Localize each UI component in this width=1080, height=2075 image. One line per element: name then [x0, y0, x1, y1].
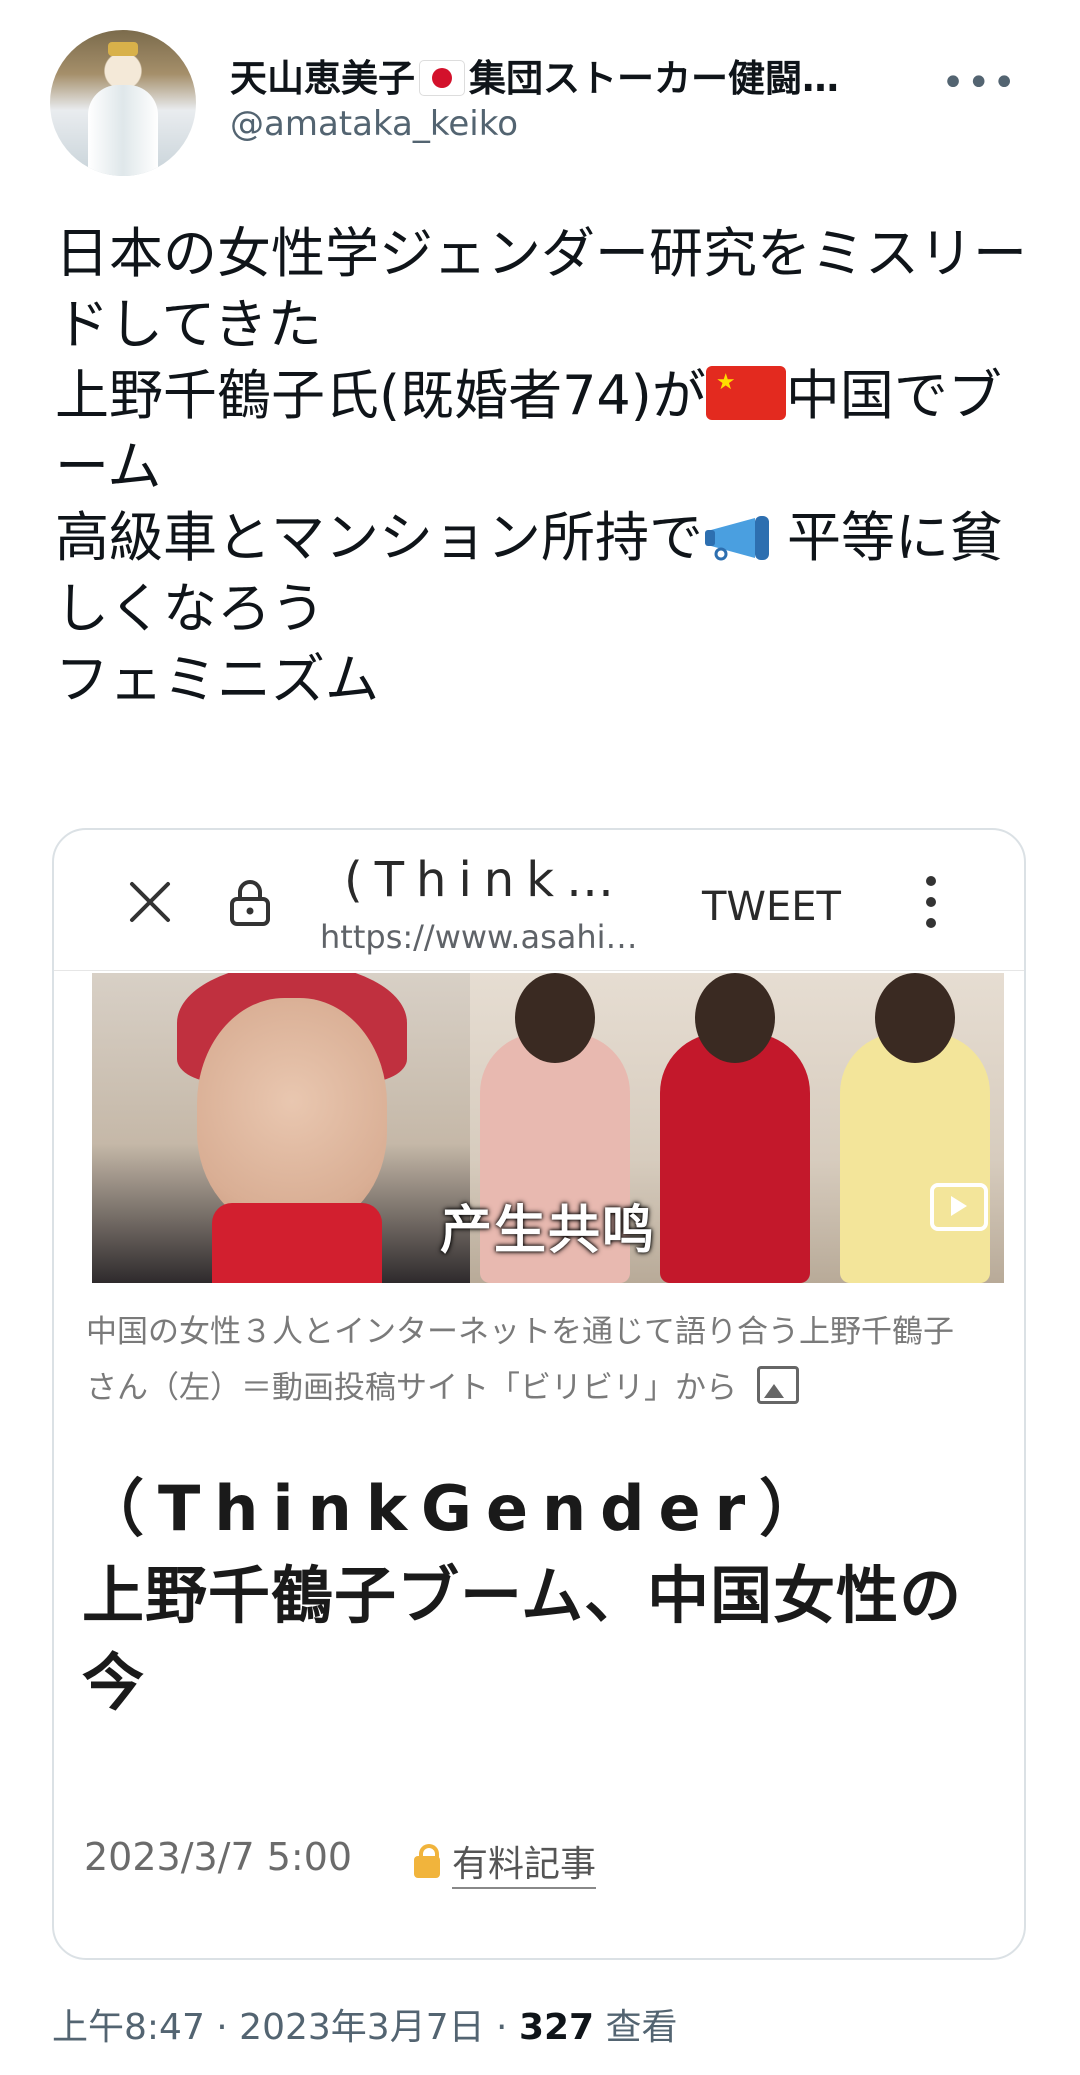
browser-toolbar: (Think… https://www.asahi… TWEET	[54, 830, 1024, 971]
paid-article-badge[interactable]: 有料記事	[414, 1835, 597, 1889]
article-title-jp: 上野千鶴子ブーム、中国女性の今	[82, 1559, 963, 1719]
tweet-text: 日本の女性学ジェンダー研究をミスリードしてきた 上野千鶴子氏(既婚者74)が ★ 中…	[55, 218, 1045, 715]
tweet-line-1: 日本の女性学ジェンダー研究をミスリードしてきた	[55, 222, 1027, 356]
image-person-2	[660, 1033, 810, 1283]
image-head-2	[695, 973, 775, 1063]
tweet-button[interactable]: TWEET	[702, 884, 841, 930]
kebab-menu-icon[interactable]	[926, 876, 938, 932]
image-person-3	[840, 1033, 990, 1283]
view-label: 查看	[594, 2007, 678, 2048]
page-url[interactable]: https://www.asahi…	[320, 918, 638, 956]
image-scarf	[212, 1203, 382, 1283]
article-title[interactable]: （ThinkGender） 上野千鶴子ブーム、中国女性の今	[82, 1465, 1002, 1726]
flag-japan-icon	[419, 60, 465, 96]
image-face	[197, 998, 387, 1228]
more-options-icon[interactable]: •••	[941, 60, 1018, 106]
page-title: (Think…	[344, 852, 627, 908]
lock-icon	[414, 1844, 440, 1878]
tweet-line-4: フェミニズム	[55, 648, 379, 711]
close-icon[interactable]	[126, 878, 174, 926]
display-name-text: 天山恵美子	[230, 57, 415, 100]
article-image[interactable]: 产生共鸣	[92, 973, 1004, 1283]
avatar[interactable]	[50, 30, 196, 176]
tweet-line-2a: 上野千鶴子氏(既婚者74)が	[55, 364, 706, 427]
image-head-1	[515, 973, 595, 1063]
tweet-meta: 上午8:47 · 2023年3月7日 · 327 查看	[52, 1998, 678, 2050]
megaphone-icon	[705, 516, 769, 561]
tweet-line-3a: 高級車とマンション所持で	[55, 506, 703, 569]
user-handle[interactable]: @amataka_keiko	[230, 104, 518, 144]
image-overlay-text: 产生共鸣	[440, 1201, 657, 1261]
image-icon[interactable]	[757, 1366, 799, 1404]
flag-china-icon: ★	[705, 366, 786, 420]
article-date: 2023/3/7 5:00	[84, 1835, 353, 1879]
link-preview-card[interactable]: (Think… https://www.asahi… TWEET 产生共鸣 中国…	[52, 828, 1026, 1960]
image-caption: 中国の女性３人とインターネットを通じて語り合う上野千鶴子さん（左）＝動画投稿サイ…	[86, 1304, 966, 1416]
display-name-suffix: 集団ストーカー健闘…	[469, 57, 839, 100]
tweet-header: 天山恵美子 集団ストーカー健闘… @amataka_keiko •••	[50, 30, 1040, 180]
lock-icon	[230, 880, 270, 926]
avatar-robe	[88, 85, 158, 176]
paid-article-label: 有料記事	[452, 1844, 597, 1889]
article-title-en: （ThinkGender）	[82, 1472, 836, 1545]
play-icon[interactable]	[930, 1183, 988, 1231]
tweet-timestamp[interactable]: 上午8:47 · 2023年3月7日 ·	[52, 2007, 519, 2048]
image-head-3	[875, 973, 955, 1063]
image-left-panel	[92, 973, 470, 1283]
view-count: 327	[518, 2007, 595, 2048]
image-caption-text: 中国の女性３人とインターネットを通じて語り合う上野千鶴子さん（左）＝動画投稿サイ…	[86, 1314, 954, 1406]
avatar-crown	[108, 42, 138, 56]
display-name[interactable]: 天山恵美子 集団ストーカー健闘…	[230, 48, 839, 102]
